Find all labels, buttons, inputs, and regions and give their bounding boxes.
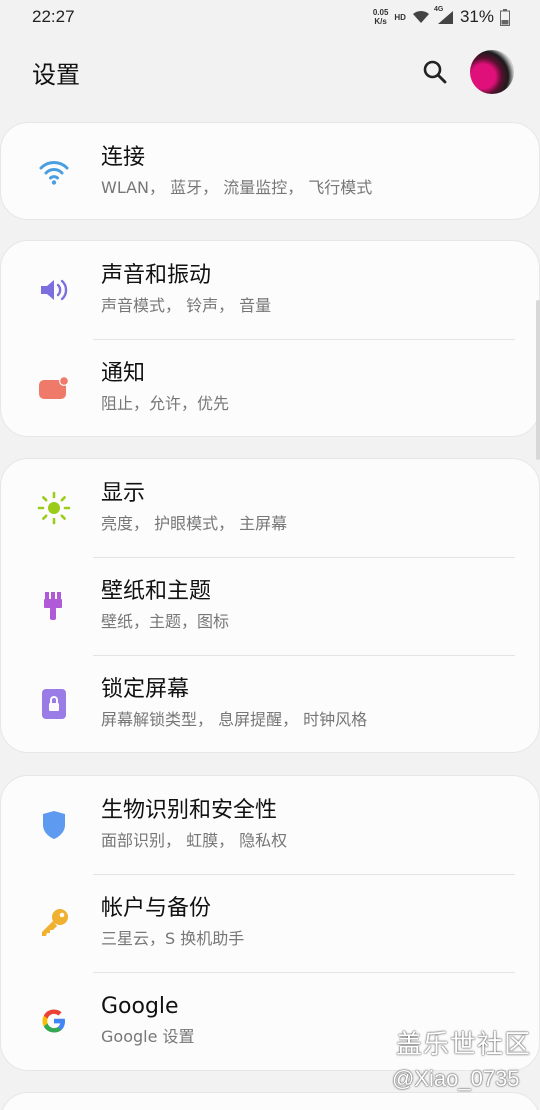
item-subtitle: 阻止，允许，优先 [101,394,230,413]
item-subtitle: 声音模式， 铃声， 音量 [101,296,272,315]
item-title: 显示 [101,481,146,506]
settings-group-next [0,1092,540,1110]
network-type-label: 4G [433,6,444,13]
item-title: 生物识别和安全性 [101,798,278,823]
scrollbar[interactable] [536,300,540,460]
settings-item-sound[interactable]: 声音和振动 声音模式， 铃声， 音量 [1,241,539,339]
item-subtitle: 三星云，S 换机助手 [101,929,245,948]
google-icon [37,1004,71,1038]
status-icons: 0.05 K/s HD 4G 31% [373,6,510,27]
network-speed-value: 0.05 [372,8,389,17]
item-title: 通知 [101,361,146,386]
settings-item-connections[interactable]: 连接 WLAN， 蓝牙， 流量监控， 飞行模式 [1,123,539,221]
shield-icon [37,808,71,842]
item-subtitle: WLAN， 蓝牙， 流量监控， 飞行模式 [101,178,373,197]
avatar[interactable] [470,50,514,94]
header-actions [422,50,514,94]
item-subtitle: Google 设置 [101,1027,195,1046]
settings-group-connections: 连接 WLAN， 蓝牙， 流量监控， 飞行模式 [0,122,540,220]
item-texts: Google Google 设置 [101,992,195,1048]
hd-indicator: HD [394,12,406,22]
item-texts: 通知 阻止，允许，优先 [101,359,229,415]
paintbrush-icon [37,589,71,623]
item-texts: 连接 WLAN， 蓝牙， 流量监控， 飞行模式 [101,143,372,199]
lock-icon [37,687,71,721]
watermark-username: @Xiao_0735 [392,1066,520,1091]
item-texts: 锁定屏幕 屏幕解锁类型， 息屏提醒， 时钟风格 [101,675,367,731]
settings-item-lock-screen[interactable]: 锁定屏幕 屏幕解锁类型， 息屏提醒， 时钟风格 [1,655,539,753]
item-texts: 生物识别和安全性 面部识别， 虹膜， 隐私权 [101,796,287,852]
item-title: 锁定屏幕 [101,677,190,702]
item-texts: 声音和振动 声音模式， 铃声， 音量 [101,261,271,317]
settings-item-display[interactable]: 显示 亮度， 护眼模式， 主屏幕 [1,459,539,557]
settings-group-display: 显示 亮度， 护眼模式， 主屏幕 壁纸和主题 壁纸，主题，图标 锁定屏幕 屏幕解… [0,458,540,753]
battery-icon [500,8,510,26]
settings-item-notifications[interactable]: 通知 阻止，允许，优先 [1,339,539,437]
status-bar: 22:27 0.05 K/s HD 4G 31% [0,0,540,34]
network-speed: 0.05 K/s [373,8,389,26]
item-title: 声音和振动 [101,263,212,288]
battery-percent: 31% [459,7,494,26]
settings-group-sound: 声音和振动 声音模式， 铃声， 音量 通知 阻止，允许，优先 [0,240,540,437]
network-speed-unit: K/s [374,17,387,26]
cell-signal-icon: 4G [434,6,454,24]
watermark-logo: 盖乐世社区 [396,1030,532,1060]
settings-item-accounts[interactable]: 帐户与备份 三星云，S 换机助手 [1,874,539,972]
item-subtitle: 面部识别， 虹膜， 隐私权 [101,831,288,850]
settings-item-wallpaper[interactable]: 壁纸和主题 壁纸，主题，图标 [1,557,539,655]
search-icon[interactable] [422,59,448,85]
item-title: 帐户与备份 [101,896,212,921]
app-header: 设置 [0,40,540,104]
settings-item-biometrics[interactable]: 生物识别和安全性 面部识别， 虹膜， 隐私权 [1,776,539,874]
wifi-icon [37,155,71,189]
item-title: Google [101,994,179,1019]
item-subtitle: 壁纸，主题，图标 [101,612,230,631]
key-icon [37,906,71,940]
notification-icon [37,371,71,405]
item-subtitle: 屏幕解锁类型， 息屏提醒， 时钟风格 [101,710,368,729]
item-texts: 帐户与备份 三星云，S 换机助手 [101,894,244,950]
item-title: 壁纸和主题 [101,579,212,604]
brightness-icon [37,491,71,525]
item-subtitle: 亮度， 护眼模式， 主屏幕 [101,514,288,533]
volume-icon [37,273,71,307]
page-title: 设置 [32,60,80,89]
item-texts: 显示 亮度， 护眼模式， 主屏幕 [101,479,287,535]
status-time: 22:27 [32,7,75,26]
wifi-status-icon [412,10,430,24]
item-title: 连接 [101,145,146,170]
item-texts: 壁纸和主题 壁纸，主题，图标 [101,577,229,633]
